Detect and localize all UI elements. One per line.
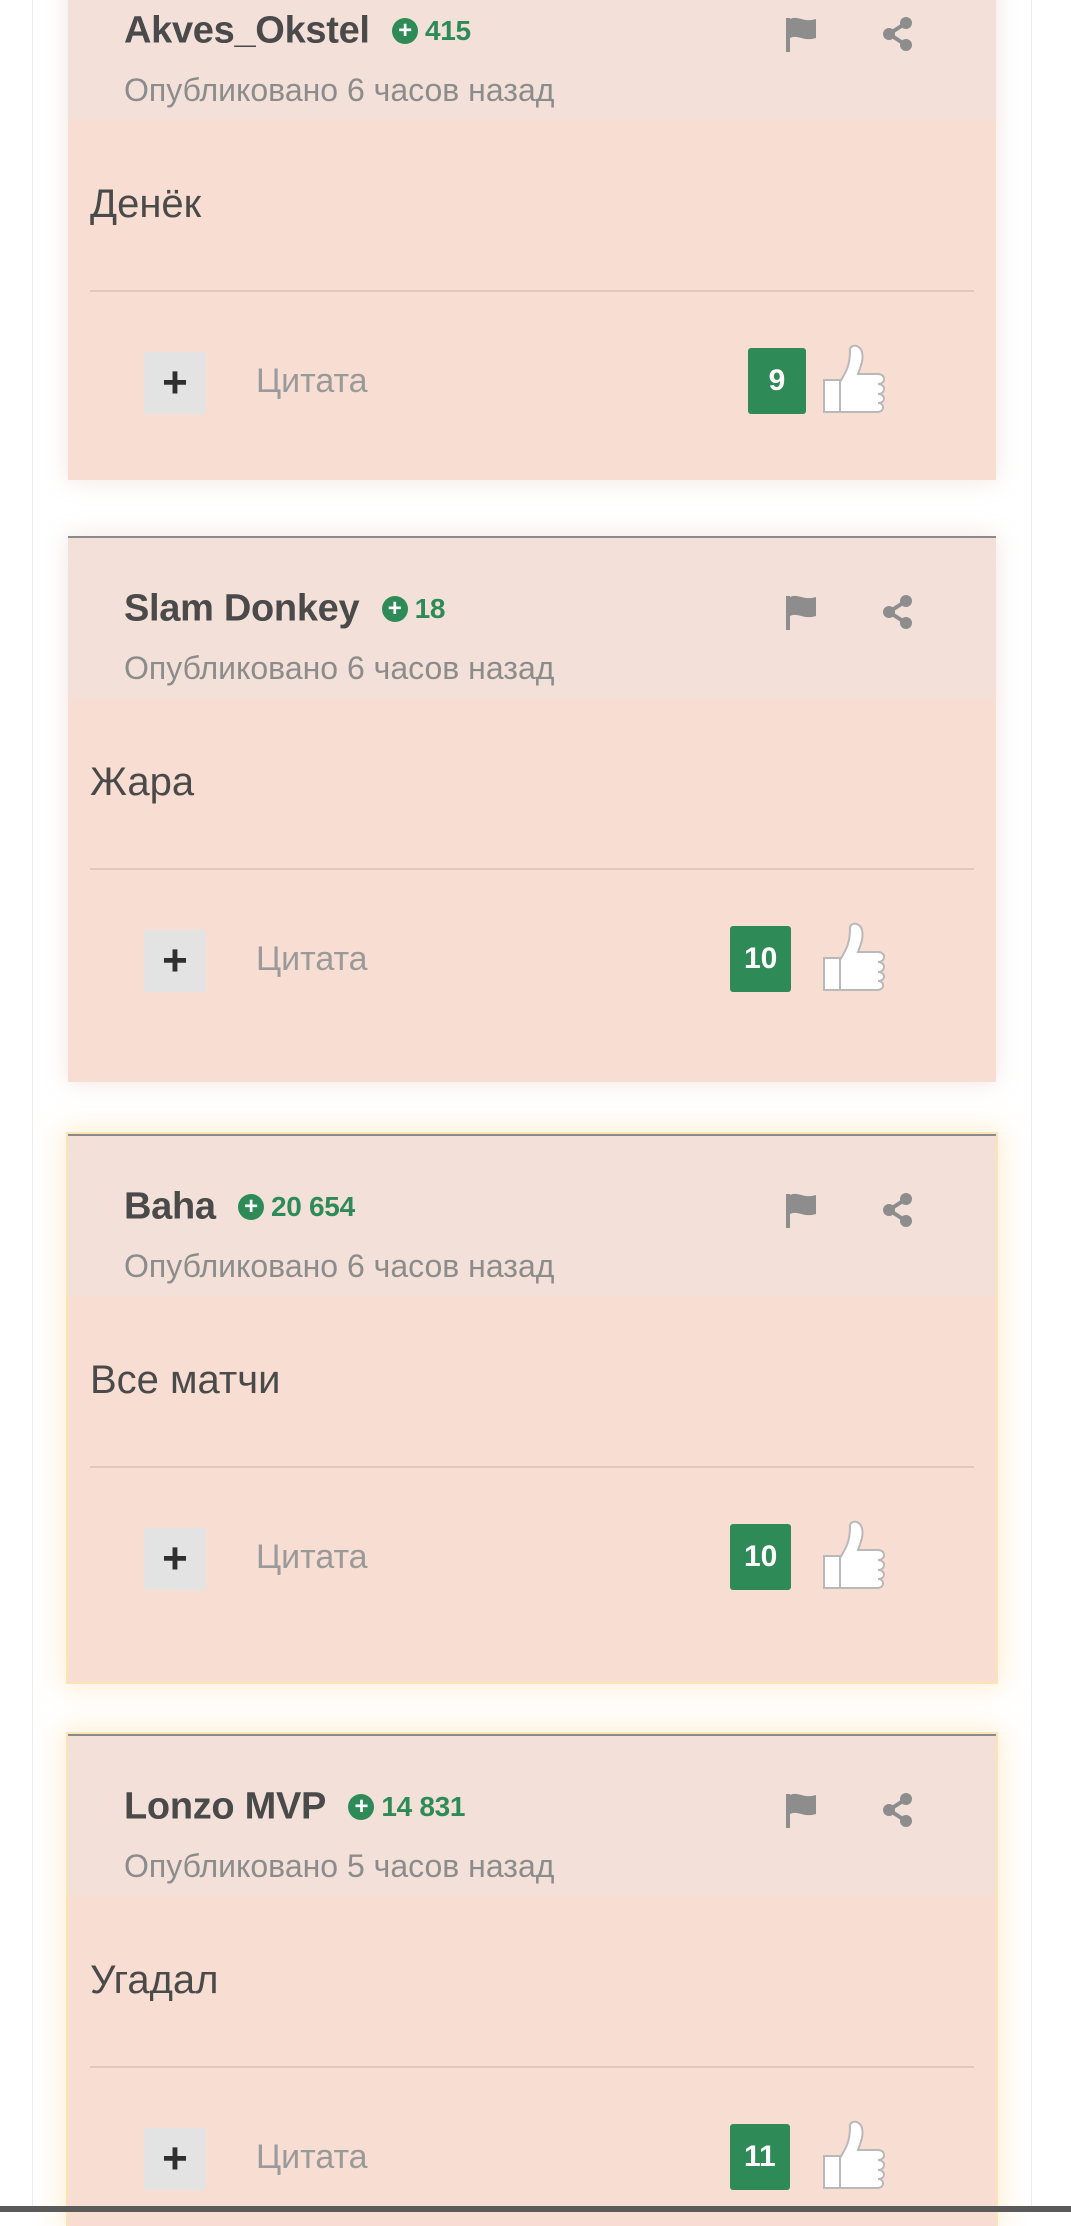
flag-icon[interactable] (782, 14, 820, 54)
author-name[interactable]: Lonzo MVP (124, 1785, 326, 1827)
comment-text: Угадал (90, 1958, 219, 2002)
plus-icon: + (162, 358, 188, 407)
add-button[interactable]: + (144, 930, 206, 992)
comment-author: Slam Donkey +18 (124, 586, 445, 630)
thumbs-up-icon[interactable] (814, 1516, 890, 1596)
quote-link[interactable]: Цитата (256, 2138, 368, 2177)
comment-text: Все матчи (90, 1358, 281, 1402)
vote-count: 10 (730, 1524, 792, 1590)
thumbs-up-icon[interactable] (814, 340, 890, 420)
share-icon[interactable] (880, 592, 914, 632)
divider (90, 290, 974, 292)
comment-header: Baha +20 654 Опубликовано 6 часов назад (68, 1136, 996, 1296)
vote-count: 9 (748, 348, 806, 414)
quote-link[interactable]: Цитата (256, 362, 368, 401)
comment-text: Жара (90, 760, 195, 804)
quote-link[interactable]: Цитата (256, 940, 368, 979)
add-button[interactable]: + (144, 352, 206, 414)
plus-icon: + (162, 936, 188, 985)
thumbs-up-icon[interactable] (814, 2116, 890, 2196)
share-icon[interactable] (880, 1790, 914, 1830)
posted-time: Опубликовано 6 часов назад (124, 1248, 555, 1284)
plus-icon: + (162, 1534, 188, 1583)
quote-link[interactable]: Цитата (256, 1538, 368, 1577)
rating-value: 18 (414, 592, 446, 624)
author-rating: +20 654 (238, 1191, 355, 1223)
vote-count: 10 (730, 926, 792, 992)
share-icon[interactable] (880, 1190, 914, 1230)
author-rating: +415 (391, 14, 471, 47)
comment-header: Akves_Okstel +415 Опубликовано 6 часов н… (68, 0, 996, 120)
comment-author: Akves_Okstel +415 (124, 8, 471, 52)
rating-value: 415 (424, 14, 471, 46)
thumbs-up-icon[interactable] (814, 918, 890, 998)
comment-author: Lonzo MVP +14 831 (124, 1784, 465, 1828)
author-rating: +14 831 (348, 1791, 465, 1823)
posted-time: Опубликовано 5 часов назад (124, 1848, 555, 1884)
divider (90, 868, 974, 870)
author-name[interactable]: Akves_Okstel (124, 9, 370, 51)
flag-icon[interactable] (782, 1790, 820, 1830)
comment-card: Baha +20 654 Опубликовано 6 часов назад … (68, 1134, 996, 1682)
share-icon[interactable] (880, 14, 914, 54)
comment-header: Slam Donkey +18 Опубликовано 6 часов наз… (68, 538, 996, 698)
add-button[interactable]: + (144, 1528, 206, 1590)
comment-author: Baha +20 654 (124, 1184, 355, 1228)
flag-icon[interactable] (782, 592, 820, 632)
posted-time: Опубликовано 6 часов назад (124, 650, 555, 686)
divider (90, 2066, 974, 2068)
plus-icon: + (162, 2134, 188, 2183)
comment-card: Lonzo MVP +14 831 Опубликовано 5 часов н… (68, 1734, 996, 2226)
rating-value: 20 654 (271, 1190, 355, 1222)
rating-plus-icon: + (348, 1793, 375, 1820)
author-rating: +18 (381, 592, 446, 625)
flag-icon[interactable] (782, 1190, 820, 1230)
divider (90, 1466, 974, 1468)
comment-card: Akves_Okstel +415 Опубликовано 6 часов н… (68, 0, 996, 480)
rating-plus-icon: + (391, 17, 418, 44)
rating-plus-icon: + (381, 595, 408, 622)
rating-plus-icon: + (238, 1193, 264, 1220)
vote-count: 11 (730, 2124, 790, 2190)
posted-time: Опубликовано 6 часов назад (124, 72, 555, 108)
bottom-bar (0, 2206, 1071, 2212)
comment-text: Денёк (90, 182, 202, 226)
comment-header: Lonzo MVP +14 831 Опубликовано 5 часов н… (68, 1736, 996, 1896)
author-name[interactable]: Baha (124, 1185, 216, 1227)
comment-card: Slam Donkey +18 Опубликовано 6 часов наз… (68, 536, 996, 1082)
add-button[interactable]: + (144, 2128, 206, 2190)
rating-value: 14 831 (381, 1790, 466, 1822)
author-name[interactable]: Slam Donkey (124, 587, 360, 629)
